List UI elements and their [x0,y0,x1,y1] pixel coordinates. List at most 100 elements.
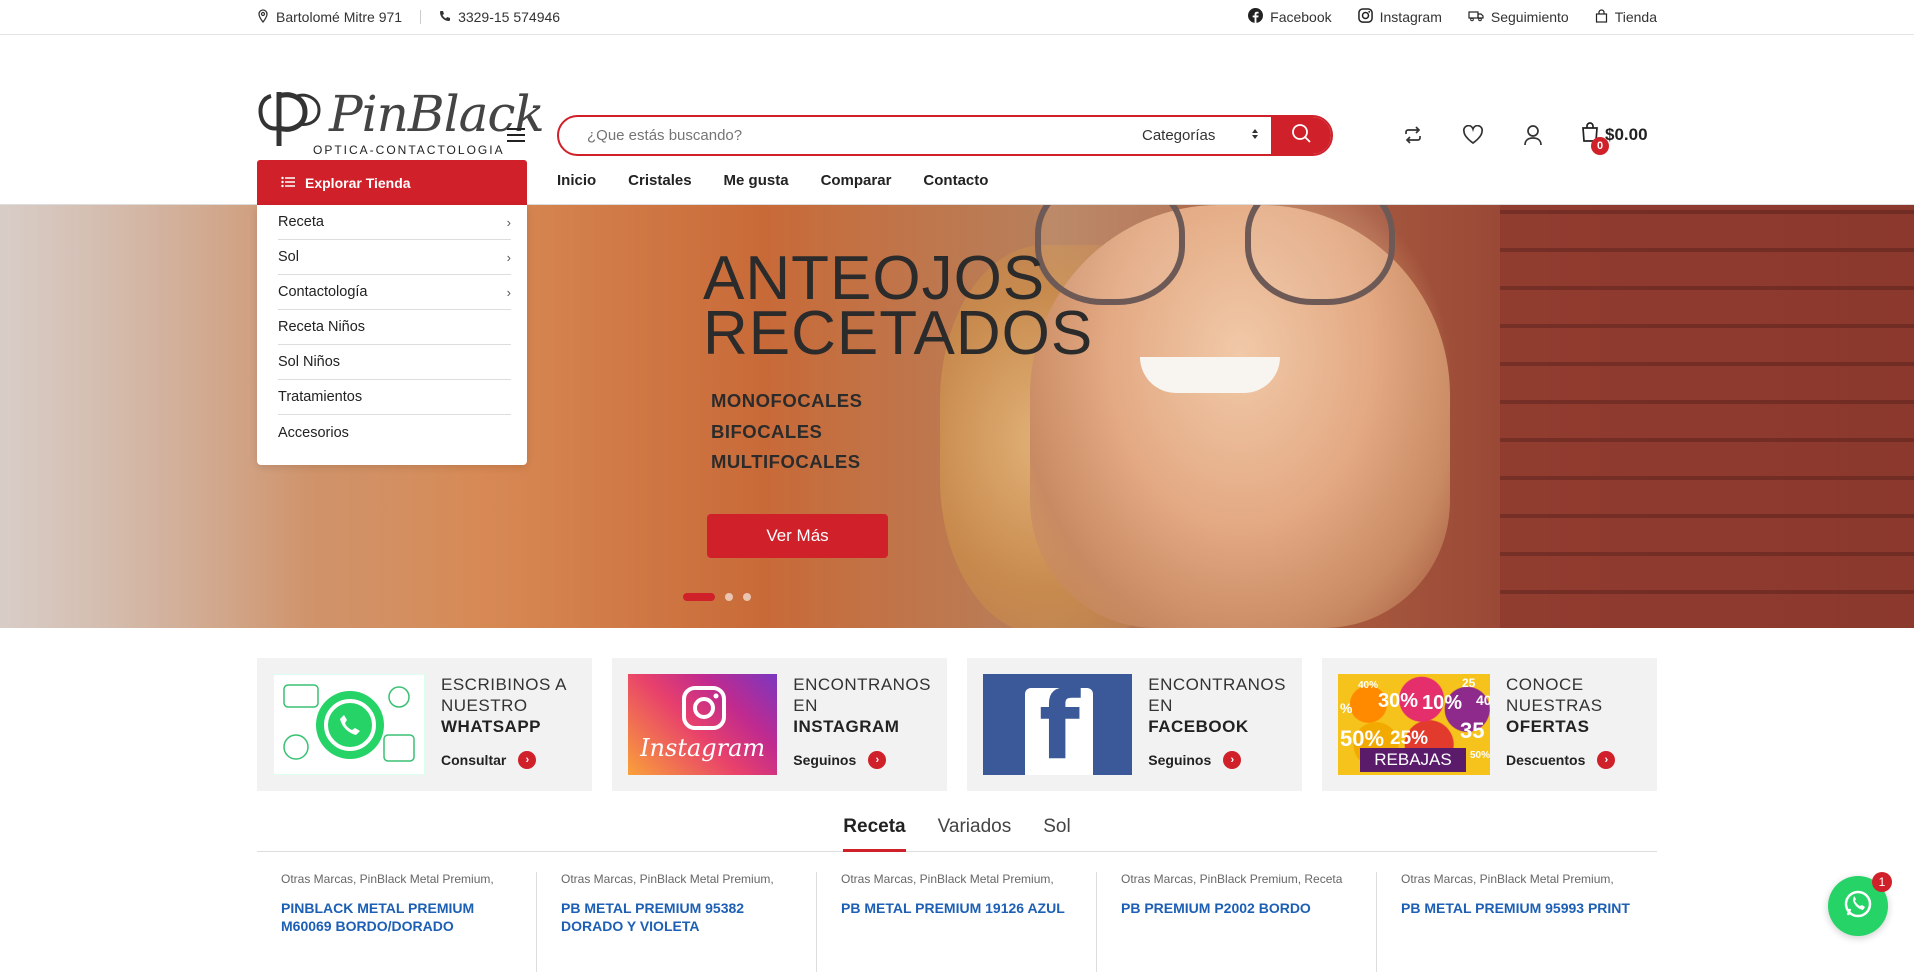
product-name[interactable]: PB METAL PREMIUM 95382 DORADO Y VIOLETA [561,899,792,935]
facebook-link[interactable]: Facebook [1248,8,1332,26]
promo-cta[interactable]: Seguinos › [793,751,931,769]
nav-me-gusta[interactable]: Me gusta [724,172,789,189]
search-button[interactable] [1271,117,1331,154]
product-name[interactable]: PINBLACK METAL PREMIUM M60069 BORDO/DORA… [281,899,512,935]
chevron-right-icon: › [506,284,511,300]
nav-inicio[interactable]: Inicio [557,172,596,189]
address-text: Bartolomé Mitre 971 [276,9,403,25]
explore-store-button[interactable]: Explorar Tienda [257,160,527,205]
hero-see-more-button[interactable]: Ver Más [707,514,888,558]
nav-contacto[interactable]: Contacto [923,172,988,189]
menu-item-contactologia[interactable]: Contactología › [278,275,511,310]
instagram-promo-image: Instagram [628,674,778,775]
offers-promo-image: 40% 30% 10% 25 40 % 50% 25% 35 50% REBAJ… [1338,674,1490,775]
promo-cta[interactable]: Consultar › [441,751,567,769]
promo-banners: ESCRIBINOS A NUESTRO WHATSAPP Consultar ›… [257,658,1657,791]
hamburger-menu-icon[interactable] [507,128,525,142]
facebook-icon [1248,8,1264,26]
nav-comparar[interactable]: Comparar [821,172,892,189]
instagram-icon [1357,8,1373,26]
promo-facebook[interactable]: f ENCONTRANOS EN FACEBOOK Seguinos › [967,658,1302,791]
facebook-promo-image: f [983,674,1133,775]
menu-item-accesorios[interactable]: Accesorios [278,415,511,450]
product-card[interactable]: Otras Marcas, PinBlack Metal Premium, PB… [1377,872,1657,972]
hero-feature: MONOFOCALES [711,390,863,411]
list-icon [281,175,295,191]
top-bar-links: Facebook Instagram Seguimiento Tienda [1248,8,1657,26]
cart-total: $0.00 [1605,124,1648,144]
arrow-right-icon: › [1223,751,1242,769]
facebook-label: Facebook [1270,9,1332,25]
product-name[interactable]: PB METAL PREMIUM 95993 PRINT [1401,899,1633,917]
promo-cta[interactable]: Descuentos › [1506,751,1616,769]
product-name[interactable]: PB PREMIUM P2002 BORDO [1121,899,1352,917]
product-categories[interactable]: Otras Marcas, PinBlack Metal Premium, [561,872,792,886]
whatsapp-chat-button[interactable]: 1 [1828,872,1892,936]
location-pin-icon [257,8,269,26]
tracking-label: Seguimiento [1490,9,1569,25]
slider-dot[interactable] [683,593,715,601]
logo-mark [257,88,329,150]
menu-item-sol-ninos[interactable]: Sol Niños [278,345,511,380]
promo-offers[interactable]: 40% 30% 10% 25 40 % 50% 25% 35 50% REBAJ… [1322,658,1657,791]
store-label: Tienda [1614,9,1657,25]
product-list: Otras Marcas, PinBlack Metal Premium, PI… [257,872,1657,972]
promo-instagram[interactable]: Instagram ENCONTRANOS EN INSTAGRAM Segui… [612,658,947,791]
category-select[interactable]: Categorías [1126,117,1271,154]
promo-whatsapp[interactable]: ESCRIBINOS A NUESTRO WHATSAPP Consultar › [257,658,592,791]
menu-item-sol[interactable]: Sol › [278,240,511,275]
product-card[interactable]: Otras Marcas, PinBlack Metal Premium, PB… [537,872,817,972]
tab-receta[interactable]: Receta [843,816,906,852]
arrow-right-icon: › [518,751,537,769]
menu-item-tratamientos[interactable]: Tratamientos [278,380,511,415]
category-menu: Receta › Sol › Contactología › Receta Niños… [257,205,527,465]
heart-icon[interactable] [1461,123,1485,147]
cart-count-badge: 0 [1591,137,1609,155]
product-card[interactable]: Otras Marcas, PinBlack Metal Premium, PI… [257,872,537,972]
tab-sol[interactable]: Sol [1043,816,1070,851]
site-logo[interactable]: PinBlack OPTICA-CONTACTOLOGIA [257,71,545,166]
hero-feature: MULTIFOCALES [711,451,861,472]
product-categories[interactable]: Otras Marcas, PinBlack Metal Premium, [1401,872,1633,886]
select-arrows-icon [1251,127,1259,144]
product-card[interactable]: Otras Marcas, PinBlack Premium, Receta P… [1097,872,1377,972]
menu-item-receta[interactable]: Receta › [278,205,511,240]
compare-icon[interactable] [1401,123,1425,147]
cart-button[interactable]: $0.00 0 [1581,121,1648,155]
product-categories[interactable]: Otras Marcas, PinBlack Premium, Receta [1121,872,1352,886]
instagram-link[interactable]: Instagram [1357,8,1442,26]
instagram-wordmark: Instagram [640,734,766,762]
product-card[interactable]: Otras Marcas, PinBlack Metal Premium, PB… [817,872,1097,972]
facebook-logo-letter: f [1039,674,1080,775]
chevron-right-icon: › [506,214,511,230]
menu-item-receta-ninos[interactable]: Receta Niños [278,310,511,345]
slider-dot[interactable] [743,593,751,601]
instagram-label: Instagram [1379,9,1442,25]
nav-cristales[interactable]: Cristales [628,172,691,189]
product-categories[interactable]: Otras Marcas, PinBlack Metal Premium, [841,872,1072,886]
rebajas-label: REBAJAS [1360,748,1466,772]
slider-dots [683,593,751,601]
tab-variados[interactable]: Variados [938,816,1012,851]
chevron-right-icon: › [506,249,511,265]
phone[interactable]: 3329-15 574946 [439,9,560,25]
promo-cta[interactable]: Seguinos › [1148,751,1286,769]
category-select-value: Categorías [1142,127,1216,144]
user-icon[interactable] [1521,123,1545,147]
tracking-link[interactable]: Seguimiento [1468,9,1569,25]
explore-store-label: Explorar Tienda [305,174,411,191]
header-actions: $0.00 0 [1401,121,1648,155]
arrow-right-icon: › [868,751,887,769]
product-tabs: Receta Variados Sol [257,816,1657,852]
hero-title: ANTEOJOS RECETADOS [703,244,1094,368]
shopping-bag-icon [1595,8,1608,26]
slider-dot[interactable] [725,593,733,601]
product-categories[interactable]: Otras Marcas, PinBlack Metal Premium, [281,872,512,886]
search-bar: Categorías [557,115,1333,156]
search-input[interactable] [559,117,1126,154]
whatsapp-icon [1842,888,1874,925]
product-name[interactable]: PB METAL PREMIUM 19126 AZUL [841,899,1072,917]
notification-badge: 1 [1872,872,1892,892]
store-link[interactable]: Tienda [1595,8,1657,26]
phone-icon [439,9,451,25]
